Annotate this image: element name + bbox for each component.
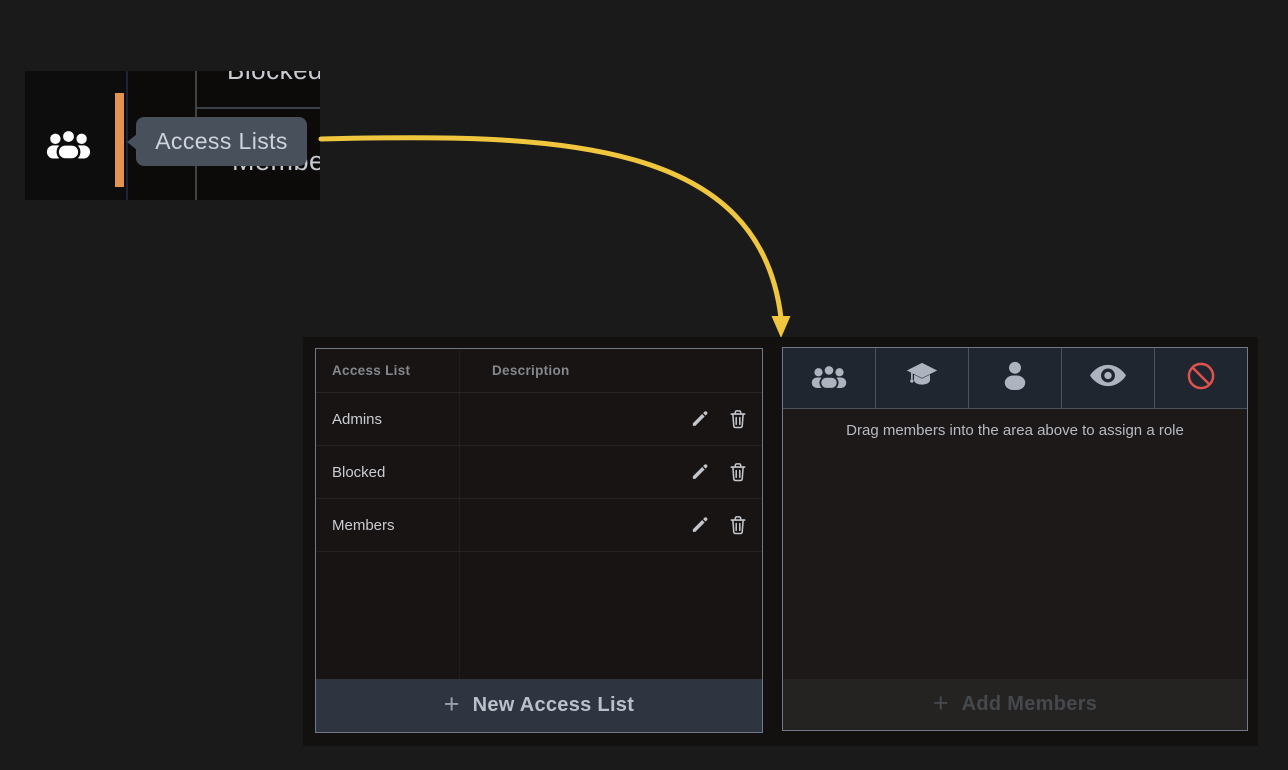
new-access-list-button[interactable]: + New Access List xyxy=(316,679,762,732)
row-divider xyxy=(197,107,320,109)
column-header-description: Description xyxy=(492,363,570,378)
members-roles-panel: Drag members into the area above to assi… xyxy=(782,347,1248,731)
edit-icon[interactable] xyxy=(690,515,709,535)
role-drop-row xyxy=(783,348,1247,409)
role-cell-group[interactable] xyxy=(783,348,876,408)
role-cell-blocked[interactable] xyxy=(1155,348,1247,408)
access-list-name: Members xyxy=(332,517,395,534)
edit-icon[interactable] xyxy=(690,462,709,482)
new-access-list-label: New Access List xyxy=(473,694,635,717)
plus-icon: + xyxy=(444,691,460,718)
edit-icon[interactable] xyxy=(690,409,709,429)
delete-icon[interactable] xyxy=(729,409,748,429)
drag-members-hint: Drag members into the area above to assi… xyxy=(783,422,1247,439)
blocked-icon xyxy=(1186,361,1216,396)
graduation-cap-icon xyxy=(905,362,939,394)
access-list-panel: Access List Description Admins xyxy=(315,348,763,733)
plus-icon: + xyxy=(933,690,949,717)
partial-row-text-blocked: Blocked xyxy=(227,71,320,86)
role-cell-member[interactable] xyxy=(969,348,1062,408)
access-lists-nav-icon[interactable] xyxy=(46,127,91,160)
sidebar-strip xyxy=(25,71,126,200)
access-list-name: Blocked xyxy=(332,464,385,481)
add-members-label: Add Members xyxy=(962,693,1098,716)
role-cell-teacher[interactable] xyxy=(876,348,969,408)
column-header-access-list: Access List xyxy=(332,363,410,378)
table-row[interactable]: Admins xyxy=(316,393,762,446)
add-members-button[interactable]: + Add Members xyxy=(783,679,1247,730)
active-nav-accent-bar xyxy=(115,93,124,187)
access-lists-screenshot: Access List Description Admins xyxy=(303,337,1258,746)
role-cell-observer[interactable] xyxy=(1062,348,1155,408)
table-row[interactable]: Members xyxy=(316,499,762,552)
group-icon xyxy=(811,363,847,394)
sidebar-zoom-snippet: Blocked Members Access Lists xyxy=(25,71,320,200)
tooltip-label: Access Lists xyxy=(155,128,288,155)
access-list-name: Admins xyxy=(332,411,382,428)
delete-icon[interactable] xyxy=(729,462,748,482)
eye-icon xyxy=(1090,364,1126,392)
table-row[interactable]: Blocked xyxy=(316,446,762,499)
access-lists-tooltip: Access Lists xyxy=(136,117,307,166)
table-header: Access List Description xyxy=(316,349,762,393)
person-icon xyxy=(1002,361,1028,395)
delete-icon[interactable] xyxy=(729,515,748,535)
